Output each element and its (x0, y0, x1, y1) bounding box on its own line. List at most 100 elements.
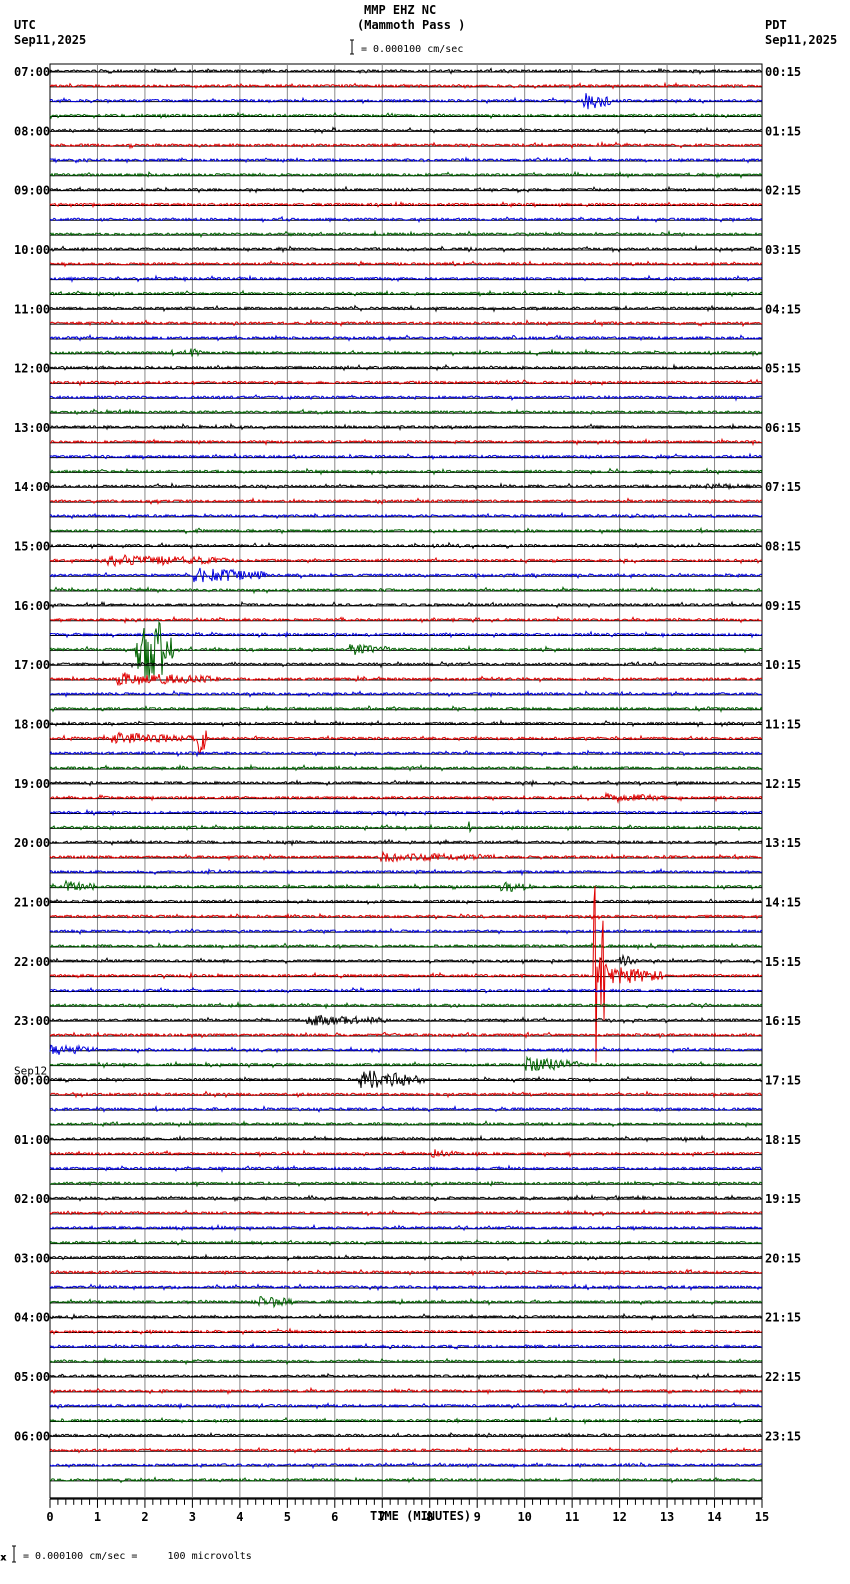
right-hour-label: 18:15 (765, 1133, 801, 1147)
x-tick-label: 3 (189, 1510, 196, 1524)
right-hour-label: 09:15 (765, 599, 801, 613)
trace-58 (49, 927, 763, 936)
x-tick-label: 0 (46, 1510, 53, 1524)
trace-75 (49, 1180, 763, 1188)
trace-69 (49, 1090, 763, 1099)
trace-7 (49, 170, 763, 180)
trace-59 (49, 942, 763, 951)
trace-9 (49, 200, 763, 209)
x-axis-label: TIME (MINUTES) (370, 1509, 471, 1523)
left-hour-label: 18:00 (14, 718, 50, 732)
trace-0 (49, 67, 763, 75)
right-hour-label: 12:15 (765, 777, 801, 791)
footer-scale-label: = 0.000100 cm/sec = 100 microvolts (23, 1551, 252, 1562)
trace-73 (49, 1149, 763, 1158)
right-hour-label: 21:15 (765, 1311, 801, 1325)
scale-bar-icon (350, 39, 354, 55)
trace-28 (49, 482, 763, 491)
left-hour-label: 23:00 (14, 1014, 50, 1028)
left-timezone: UTC (14, 18, 36, 32)
trace-13 (49, 259, 763, 268)
trace-66 (49, 1044, 763, 1055)
trace-6 (49, 155, 763, 164)
left-hour-label: 03:00 (14, 1251, 50, 1265)
right-hour-label: 06:15 (765, 421, 801, 435)
right-hour-label: 02:15 (765, 184, 801, 198)
right-timezone: PDT (765, 18, 787, 32)
left-hour-label: 19:00 (14, 777, 50, 791)
x-tick-label: 1 (94, 1510, 101, 1524)
trace-24 (49, 422, 763, 432)
right-hour-label: 20:15 (765, 1251, 801, 1265)
trace-37 (49, 615, 763, 624)
trace-25 (49, 437, 763, 447)
trace-76 (49, 1194, 763, 1203)
left-hour-label: 01:00 (14, 1133, 50, 1147)
trace-49 (49, 791, 763, 804)
right-hour-label: 01:15 (765, 124, 801, 138)
trace-20 (49, 363, 762, 372)
trace-68 (49, 1070, 763, 1089)
right-hour-label: 07:15 (765, 480, 801, 494)
x-tick-label: 14 (707, 1510, 721, 1524)
left-hour-label: 04:00 (14, 1311, 50, 1325)
x-tick-label: 5 (284, 1510, 291, 1524)
trace-62 (49, 986, 763, 994)
trace-10 (49, 215, 763, 224)
trace-45 (49, 730, 763, 756)
trace-1 (49, 81, 763, 90)
trace-92 (49, 1431, 763, 1440)
trace-56 (49, 897, 763, 906)
left-hour-label: 10:00 (14, 243, 50, 257)
right-hour-label: 17:15 (765, 1073, 801, 1087)
trace-17 (49, 318, 763, 328)
trace-57 (49, 912, 763, 920)
trace-5 (49, 140, 763, 150)
trace-90 (49, 1402, 763, 1410)
right-hour-label: 03:15 (765, 243, 801, 257)
footer-scale-icon: x (1, 1545, 16, 1563)
left-hour-label: 20:00 (14, 836, 50, 850)
trace-41 (49, 672, 763, 686)
trace-67 (49, 1055, 763, 1072)
trace-39 (49, 621, 763, 681)
trace-18 (49, 334, 763, 342)
left-date: Sep11,2025 (14, 33, 86, 47)
trace-80 (49, 1253, 763, 1262)
right-hour-label: 05:15 (765, 362, 801, 376)
trace-82 (49, 1283, 763, 1292)
trace-32 (49, 541, 763, 550)
right-hour-label: 16:15 (765, 1014, 801, 1028)
trace-4 (49, 126, 763, 135)
trace-53 (49, 850, 763, 863)
trace-64 (49, 1014, 763, 1026)
trace-31 (49, 526, 763, 535)
trace-48 (49, 779, 763, 788)
trace-36 (49, 600, 763, 609)
trace-8 (49, 185, 763, 194)
right-hour-label: 10:15 (765, 658, 801, 672)
left-hour-label: 16:00 (14, 599, 50, 613)
x-tick-label: 12 (612, 1510, 626, 1524)
trace-72 (49, 1134, 763, 1144)
trace-22 (49, 394, 763, 402)
trace-21 (49, 378, 763, 387)
trace-88 (49, 1372, 763, 1381)
trace-3 (49, 111, 763, 120)
trace-65 (49, 1031, 763, 1039)
trace-63 (49, 1000, 763, 1010)
x-tick-label: 2 (141, 1510, 148, 1524)
trace-27 (49, 467, 763, 476)
trace-34 (49, 567, 763, 583)
right-hour-label: 11:15 (765, 718, 801, 732)
trace-86 (49, 1342, 763, 1350)
trace-29 (49, 497, 763, 506)
left-hour-label: 12:00 (14, 362, 50, 376)
left-hour-label: 11:00 (14, 302, 50, 316)
trace-84 (49, 1312, 763, 1321)
trace-91 (49, 1416, 763, 1425)
trace-52 (49, 838, 763, 847)
trace-81 (49, 1268, 763, 1277)
x-tick-label: 4 (236, 1510, 243, 1524)
left-hour-label: 17:00 (14, 658, 50, 672)
